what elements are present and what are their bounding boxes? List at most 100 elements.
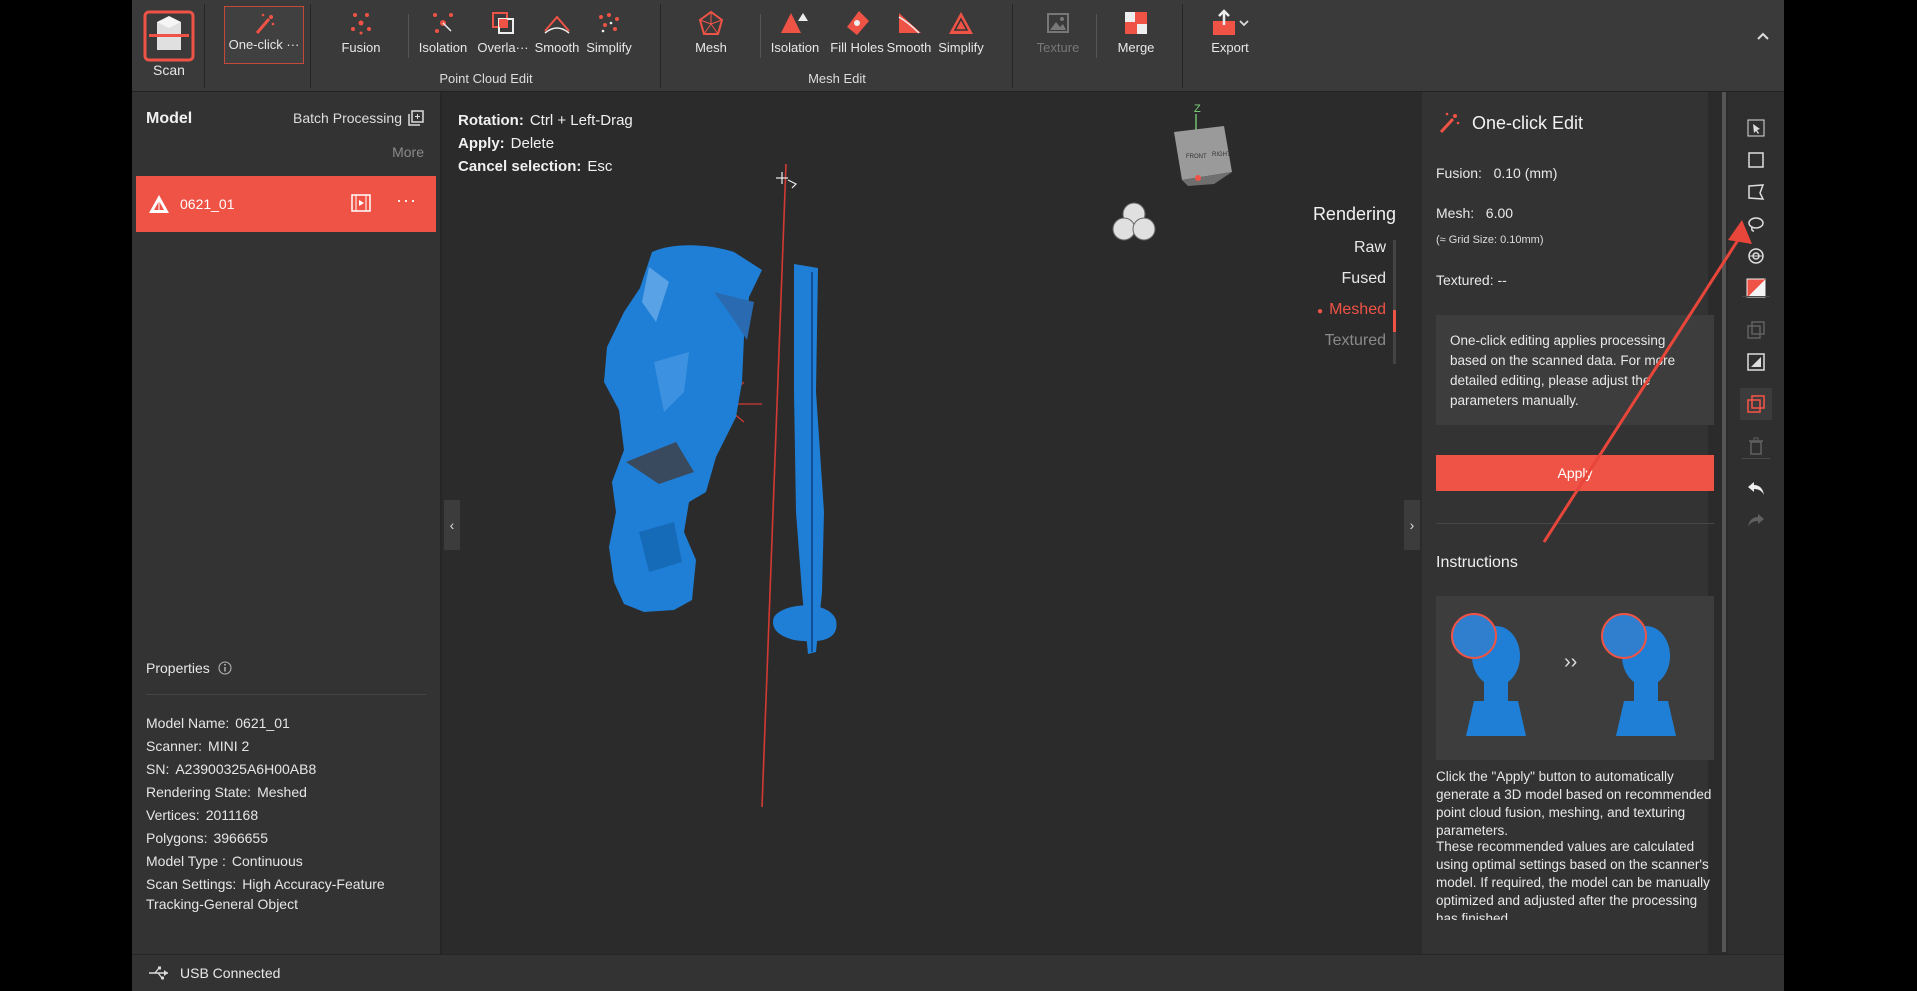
isolation-icon	[433, 13, 453, 33]
property-key: Model Name:	[146, 715, 230, 731]
toolbar-divider	[408, 14, 409, 58]
render-mode-icon	[1112, 202, 1156, 241]
scan-label: Scan	[153, 62, 185, 78]
render-textured-option[interactable]: Textured	[1313, 332, 1396, 363]
more-button[interactable]: More	[392, 144, 424, 160]
fusion-icon	[351, 13, 371, 35]
frames-icon[interactable]	[351, 194, 371, 212]
status-bar: USB Connected	[132, 954, 1784, 991]
simplify-icon	[599, 13, 619, 33]
annotation-arrow	[1542, 220, 1752, 543]
property-sn: SN: A23900325A6H00AB8	[146, 761, 316, 777]
property-key: Scanner:	[146, 738, 203, 754]
properties-title: Properties	[146, 660, 210, 676]
instructions-illustration: ››	[1436, 596, 1714, 760]
pointer-icon	[1747, 119, 1765, 137]
scan-button[interactable]: Scan	[140, 10, 198, 90]
textured-setting-label: Textured:	[1436, 272, 1494, 288]
rendering-slider-track	[1393, 240, 1396, 364]
pc-smooth-label: Smooth	[534, 40, 580, 55]
property-value: A23900325A6H00AB8	[175, 761, 317, 777]
one-click-button[interactable]: One-click ···	[224, 6, 304, 64]
property-polygons: Polygons: 3966655	[146, 830, 268, 846]
toolbar-divider	[310, 4, 311, 88]
fusion-label: Fusion	[341, 40, 381, 55]
rendering-title: Rendering	[1312, 204, 1396, 224]
overlap-label: Overla···	[477, 40, 529, 55]
collapse-right-panel-button[interactable]: ›	[1404, 500, 1420, 550]
info-icon[interactable]	[218, 661, 232, 675]
texture-label: Texture	[1036, 40, 1080, 55]
instructions-title: Instructions	[1436, 554, 1518, 571]
batch-processing-button[interactable]: Batch Processing	[293, 110, 424, 126]
scanned-stand-mesh	[772, 264, 837, 654]
toolbar-divider	[760, 14, 761, 58]
textured-setting-value: --	[1497, 272, 1507, 288]
mesh-simplify-icon	[949, 12, 973, 34]
property-key: Polygons:	[146, 830, 208, 846]
overlap-icon	[492, 12, 514, 34]
mesh-smooth-label: Smooth	[886, 40, 932, 55]
rendering-slider-thumb[interactable]	[1393, 310, 1396, 332]
axis-line	[761, 163, 787, 808]
properties-heading: Properties	[146, 660, 232, 676]
collapse-left-panel-button[interactable]: ‹	[444, 500, 460, 550]
mesh-setting-label: Mesh:	[1436, 205, 1475, 221]
mesh-smooth-icon	[898, 13, 921, 34]
property-key: Rendering State:	[146, 784, 252, 800]
property-value: 0621_01	[235, 715, 290, 731]
instructions-paragraph-1: Click the "Apply" button to automaticall…	[1436, 769, 1712, 838]
merge-button[interactable]: Merge	[1100, 8, 1172, 62]
mesh-isolation-button[interactable]: Isolation	[762, 8, 828, 62]
fill-holes-icon	[847, 11, 869, 35]
texture-icon	[1047, 13, 1069, 33]
property-model-name: Model Name: 0621_01	[146, 715, 290, 731]
model-name: 0621_01	[180, 196, 235, 212]
mesh-simplify-button[interactable]: Simplify	[926, 8, 996, 62]
render-meshed-label: Meshed	[1329, 301, 1386, 318]
pc-simplify-label: Simplify	[586, 40, 632, 55]
export-icon	[1213, 9, 1249, 35]
export-label: Export	[1211, 40, 1249, 55]
polygon-select-tool[interactable]	[1740, 176, 1772, 208]
property-value: 2011168	[205, 807, 259, 823]
fusion-setting: Fusion: 0.10 (mm)	[1436, 165, 1557, 181]
textured-setting: Textured: --	[1436, 272, 1507, 288]
pc-simplify-button[interactable]: Simplify	[574, 8, 644, 62]
fusion-button[interactable]: Fusion	[328, 8, 394, 62]
property-key: Scan Settings:	[146, 876, 237, 892]
model-list-item[interactable]: 0621_01 ···	[136, 176, 436, 232]
select-pointer-tool[interactable]	[1740, 112, 1772, 144]
model-options-icon[interactable]: ···	[396, 190, 417, 211]
property-vertices: Vertices: 2011168	[146, 807, 258, 823]
batch-processing-label: Batch Processing	[293, 110, 402, 126]
collapse-toolbar-icon[interactable]	[1756, 28, 1770, 44]
property-model-type: Model Type : Continuous	[146, 853, 303, 869]
mesh-setting: Mesh: 6.00	[1436, 205, 1513, 221]
property-value: Continuous	[231, 853, 303, 869]
isolation-button[interactable]: Isolation	[410, 8, 476, 62]
texture-button[interactable]: Texture	[1022, 8, 1094, 62]
toolbar-divider	[1096, 14, 1097, 58]
property-value: Meshed	[257, 784, 307, 800]
panel-title-text: One-click Edit	[1472, 112, 1584, 133]
magic-wand-icon	[255, 13, 275, 34]
mesh-setting-value: 6.00	[1485, 205, 1514, 221]
usb-icon	[149, 966, 168, 980]
properties-divider	[146, 694, 426, 695]
3d-viewport[interactable]: Rotation: Ctrl + Left-Drag Apply: Delete C…	[444, 92, 1420, 954]
model-icon	[149, 195, 169, 213]
cube-right-label: RIGHT	[1212, 152, 1231, 158]
merge-label: Merge	[1117, 40, 1155, 55]
property-value: 3966655	[213, 830, 268, 846]
render-fused-option[interactable]: Fused	[1313, 270, 1396, 301]
instructions-paragraph-2: These recommended values are calculated …	[1436, 839, 1710, 920]
scene-canvas[interactable]: Z FRONT RIGHT	[444, 92, 1420, 954]
merge-icon	[1125, 12, 1147, 34]
rectangle-select-tool[interactable]	[1740, 144, 1772, 176]
render-raw-option[interactable]: Raw	[1313, 239, 1396, 270]
export-button[interactable]: Export	[1192, 8, 1268, 62]
panel-title: One-click Edit	[1436, 110, 1583, 136]
render-meshed-option[interactable]: ● Meshed	[1313, 301, 1396, 332]
mesh-button[interactable]: Mesh	[678, 8, 744, 62]
